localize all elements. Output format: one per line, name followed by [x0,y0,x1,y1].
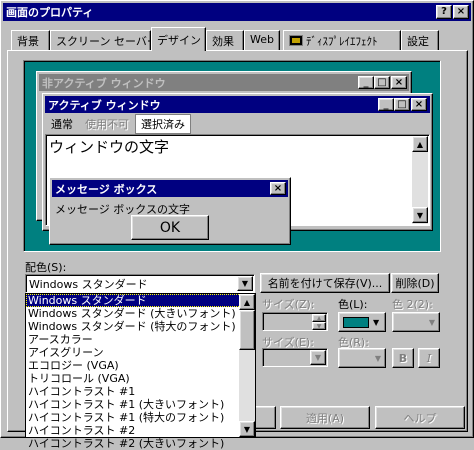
menu-disabled: 使用不可 [85,117,129,131]
preview-scroll-up-icon: ▲ [412,136,428,152]
list-scrollbar[interactable]: ▲ ▼ [239,294,255,437]
message-box-close-button: × [270,182,286,195]
close-title-button[interactable]: × [453,5,469,19]
italic-button[interactable]: I [418,348,440,368]
bold-button[interactable]: B [392,348,414,368]
list-item[interactable]: ハイコントラスト #1 (特大のフォント) [26,411,255,424]
window-text: ウィンドウの文字 [49,138,170,156]
font-color-picker-button[interactable]: ▼ [338,348,386,368]
apply-button[interactable]: 適用(A) [280,406,370,429]
color-picker-button[interactable]: ▼ [338,312,386,332]
list-scroll-up-icon[interactable]: ▲ [239,294,255,310]
active-minimize-button: _ [378,98,394,111]
color-dropdown-icon: ▼ [373,317,380,327]
list-scroll-down-icon[interactable]: ▼ [239,421,255,437]
active-window-title-bar: アクティブ ウィンドウ [45,96,430,113]
tab-effects[interactable]: 効果 [206,30,244,50]
help-button[interactable]: ヘルプ [375,406,465,429]
menu-bar: 通常 使用不可 選択済み [45,113,430,134]
size-label: サイズ(Z): [262,298,315,311]
list-item[interactable]: トリコロール (VGA) [26,372,255,385]
display-effects-icon [289,35,303,46]
font-size-dropdown-icon[interactable]: ▼ [310,350,326,365]
list-item[interactable]: ハイコントラスト #2 [26,424,255,437]
list-item[interactable]: ハイコントラスト #1 (大きいフォント) [26,398,255,411]
window-title-bar[interactable]: 画面のプロパティ [3,3,471,21]
size-spin-up-icon[interactable]: ▲ [312,314,326,322]
color-label: 色(L): [338,298,368,311]
message-box-title-bar: メッセージ ボックス [52,180,288,197]
list-scroll-thumb[interactable] [239,310,255,350]
list-item[interactable]: ハイコントラスト #1 [26,385,255,398]
window-title: 画面のプロパティ [6,6,94,19]
active-maximize-button: □ [394,98,410,111]
delete-button[interactable]: 削除(D) [391,273,439,293]
tab-settings[interactable]: 設定 [401,30,439,50]
scheme-label: 配色(S): [25,261,67,274]
tab-web[interactable]: Web [244,30,280,50]
list-item[interactable]: ハイコントラスト #2 (大きいフォント) [26,437,255,450]
help-title-button[interactable]: ? [436,5,452,19]
scheme-dropdown-list[interactable]: Windows スタンダード Windows スタンダード (大きいフォント) … [25,293,256,450]
scheme-select-value: Windows スタンダード [29,278,148,291]
menu-selected: 選択済み [135,113,191,134]
tab-display-effects[interactable]: ﾃﾞｨｽﾌﾟﾚｲｴﾌｪｸﾄ [283,30,401,50]
list-item[interactable]: Windows スタンダード [26,294,255,307]
tab-background[interactable]: 背景 [11,30,50,50]
font-color-dropdown-icon: ▼ [374,353,381,363]
menu-normal: 通常 [51,117,73,131]
color2-label: 色 2(2): [392,298,433,311]
list-item[interactable]: エコロジー (VGA) [26,359,255,372]
preview-scroll-down-icon: ▼ [412,207,428,223]
color2-dropdown-icon: ▼ [428,317,435,327]
list-item[interactable]: アースカラー [26,333,255,346]
inactive-window-title-bar: 非アクティブ ウィンドウ [39,74,409,91]
inactive-maximize-button: □ [374,76,390,89]
list-item[interactable]: Windows スタンダード (特大のフォント) [26,320,255,333]
list-item[interactable]: アイスグリーン [26,346,255,359]
list-item[interactable]: Windows スタンダード (大きいフォント) [26,307,255,320]
tab-screensaver[interactable]: スクリーン セーバー [50,30,158,50]
tab-design[interactable]: デザイン [151,27,206,51]
size-spin-down-icon[interactable]: ▼ [312,322,326,330]
inactive-close-button: × [391,76,407,89]
save-as-button[interactable]: 名前を付けて保存(V)... [260,273,390,293]
active-close-button: × [411,98,427,111]
inactive-minimize-button: _ [358,76,374,89]
scheme-dropdown-arrow-icon[interactable]: ▼ [237,276,253,291]
color-swatch [343,316,369,328]
color2-picker-button[interactable]: ▼ [392,312,440,332]
ok-button: OK [131,215,209,240]
